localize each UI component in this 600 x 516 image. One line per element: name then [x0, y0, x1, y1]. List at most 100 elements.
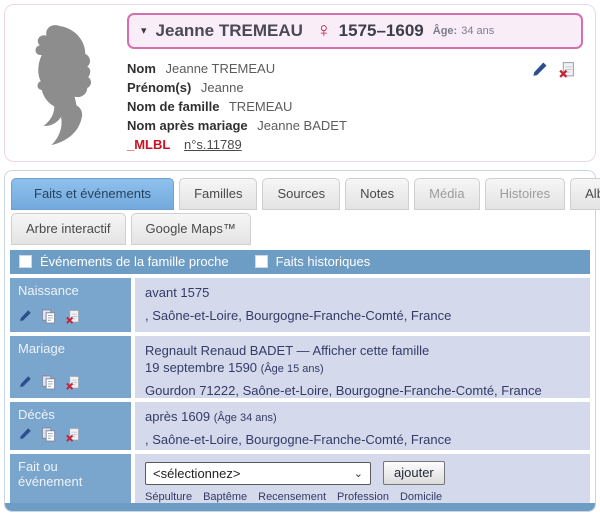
- add-fact-row: Fait ou événement <sélectionnez> ⌄ ajout…: [10, 454, 590, 503]
- event-label: Décès: [18, 407, 123, 422]
- quick-link-bapteme[interactable]: Baptême: [203, 491, 247, 503]
- person-name: Jeanne TREMEAU: [156, 21, 303, 41]
- family-events-label: Événements de la famille proche: [40, 254, 229, 269]
- delete-fact-button[interactable]: [65, 427, 80, 442]
- person-card: ▾ Jeanne TREMEAU ♀ 1575–1609 Âge: 34 ans…: [4, 4, 596, 162]
- pencil-icon: [18, 375, 32, 389]
- edit-fact-button[interactable]: [18, 309, 32, 324]
- event-date-line: 19 septembre 1590 (Âge 15 ans): [145, 360, 580, 375]
- quick-fact-links: Sépulture Baptême Recensement Profession…: [145, 491, 580, 503]
- event-date: 19 septembre 1590: [145, 360, 257, 375]
- copy-fact-button[interactable]: [41, 427, 56, 442]
- tab-notes[interactable]: Notes: [345, 178, 409, 210]
- add-fact-button[interactable]: ajouter: [383, 461, 445, 485]
- caret-down-icon[interactable]: ▾: [141, 24, 147, 37]
- event-date: avant 1575: [145, 285, 580, 300]
- reference-link[interactable]: n°s.11789: [184, 137, 242, 152]
- detail-value: Jeanne: [201, 80, 244, 95]
- pencil-icon: [18, 309, 32, 323]
- delete-icon: [65, 309, 80, 324]
- event-label-cell: Décès: [10, 402, 131, 450]
- tab-faits-et-evenements[interactable]: Faits et événements: [11, 178, 174, 210]
- copy-icon: [41, 309, 56, 324]
- event-label-cell: Naissance: [10, 278, 131, 332]
- detail-label: Nom de famille: [127, 99, 219, 114]
- event-age: (Âge 34 ans): [214, 412, 277, 424]
- delete-icon: [65, 375, 80, 390]
- name-details: Nom Jeanne TREMEAU Prénom(s) Jeanne Nom …: [127, 59, 583, 154]
- quick-link-profession[interactable]: Profession: [337, 491, 389, 503]
- detail-label: Nom: [127, 61, 156, 76]
- add-fact-content-cell: <sélectionnez> ⌄ ajouter Sépulture Baptê…: [135, 454, 590, 503]
- quick-link-recensement[interactable]: Recensement: [258, 491, 326, 503]
- copy-icon: [41, 427, 56, 442]
- chevron-down-icon: ⌄: [354, 467, 363, 480]
- edit-fact-button[interactable]: [18, 375, 32, 390]
- detail-label: Prénom(s): [127, 80, 191, 95]
- historic-facts-label: Faits historiques: [276, 254, 371, 269]
- family-events-checkbox[interactable]: [19, 255, 32, 268]
- copy-fact-button[interactable]: [41, 309, 56, 324]
- pencil-icon: [18, 427, 32, 441]
- tab-sources[interactable]: Sources: [262, 178, 340, 210]
- custom-tag-label: _MLBL: [127, 137, 170, 152]
- event-label: Naissance: [18, 283, 123, 298]
- tab-arbre-interactif[interactable]: Arbre interactif: [11, 213, 126, 245]
- event-row-mariage: Mariage: [10, 336, 590, 398]
- detail-label: Nom après mariage: [127, 118, 248, 133]
- separator: —: [297, 343, 310, 358]
- delete-icon: [558, 61, 575, 78]
- person-header[interactable]: ▾ Jeanne TREMEAU ♀ 1575–1609 Âge: 34 ans: [127, 13, 583, 49]
- edit-fact-button[interactable]: [18, 427, 32, 442]
- detail-value: Jeanne TREMEAU: [166, 61, 276, 76]
- event-place: , Saône-et-Loire, Bourgogne-Franche-Comt…: [145, 432, 580, 447]
- detail-row-mlbl: _MLBL n°s.11789: [127, 135, 583, 154]
- tab-row-1: Faits et événements Familles Sources Not…: [10, 176, 590, 211]
- tab-album[interactable]: Album: [570, 178, 600, 210]
- spouse-link[interactable]: Regnault Renaud BADET: [145, 343, 293, 358]
- tab-histoires[interactable]: Histoires: [485, 178, 566, 210]
- add-fact-label: Fait ou événement: [18, 459, 123, 489]
- event-content-cell: avant 1575 , Saône-et-Loire, Bourgogne-F…: [135, 278, 590, 332]
- event-content-cell: Regnault Renaud BADET — Afficher cette f…: [135, 336, 590, 398]
- event-age: (Âge 15 ans): [261, 363, 324, 375]
- fact-select-value: <sélectionnez>: [153, 466, 240, 481]
- filter-bar: Événements de la famille proche Faits hi…: [10, 250, 590, 274]
- event-family-line: Regnault Renaud BADET — Afficher cette f…: [145, 343, 580, 358]
- quick-link-sepulture[interactable]: Sépulture: [145, 491, 192, 503]
- tab-row-2: Arbre interactif Google Maps™: [10, 211, 590, 246]
- female-symbol-icon: ♀: [316, 20, 332, 41]
- quick-link-domicile[interactable]: Domicile: [400, 491, 442, 503]
- tab-google-maps[interactable]: Google Maps™: [131, 213, 251, 245]
- copy-icon: [41, 375, 56, 390]
- pencil-icon: [531, 61, 548, 78]
- historic-facts-checkbox[interactable]: [255, 255, 268, 268]
- portrait-silhouette[interactable]: [5, 5, 121, 161]
- fact-select[interactable]: <sélectionnez> ⌄: [145, 462, 371, 485]
- event-place: Gourdon 71222, Saône-et-Loire, Bourgogne…: [145, 383, 580, 398]
- tabs-panel: Faits et événements Familles Sources Not…: [4, 170, 596, 512]
- copy-fact-button[interactable]: [41, 375, 56, 390]
- event-date-line: après 1609 (Âge 34 ans): [145, 409, 580, 424]
- female-silhouette-icon: [13, 23, 113, 149]
- show-family-link[interactable]: Afficher cette famille: [312, 343, 429, 358]
- person-summary: ▾ Jeanne TREMEAU ♀ 1575–1609 Âge: 34 ans…: [121, 5, 595, 161]
- event-place: , Saône-et-Loire, Bourgogne-Franche-Comt…: [145, 308, 580, 323]
- event-row-naissance: Naissance: [10, 278, 590, 332]
- age-value: 34 ans: [461, 25, 494, 37]
- event-content-cell: après 1609 (Âge 34 ans) , Saône-et-Loire…: [135, 402, 590, 450]
- delete-fact-button[interactable]: [65, 309, 80, 324]
- detail-row-nom: Nom Jeanne TREMEAU: [127, 59, 583, 78]
- age-label: Âge:: [433, 25, 457, 37]
- edit-name-button[interactable]: [531, 61, 548, 78]
- detail-value: TREMEAU: [229, 99, 293, 114]
- tab-familles[interactable]: Familles: [179, 178, 257, 210]
- detail-value: Jeanne BADET: [257, 118, 347, 133]
- event-date: après 1609: [145, 409, 210, 424]
- delete-name-button[interactable]: [558, 61, 575, 78]
- delete-icon: [65, 427, 80, 442]
- delete-fact-button[interactable]: [65, 375, 80, 390]
- tab-media[interactable]: Média: [414, 178, 479, 210]
- detail-row-prenoms: Prénom(s) Jeanne: [127, 78, 583, 97]
- detail-row-nom-mariage: Nom après mariage Jeanne BADET: [127, 116, 583, 135]
